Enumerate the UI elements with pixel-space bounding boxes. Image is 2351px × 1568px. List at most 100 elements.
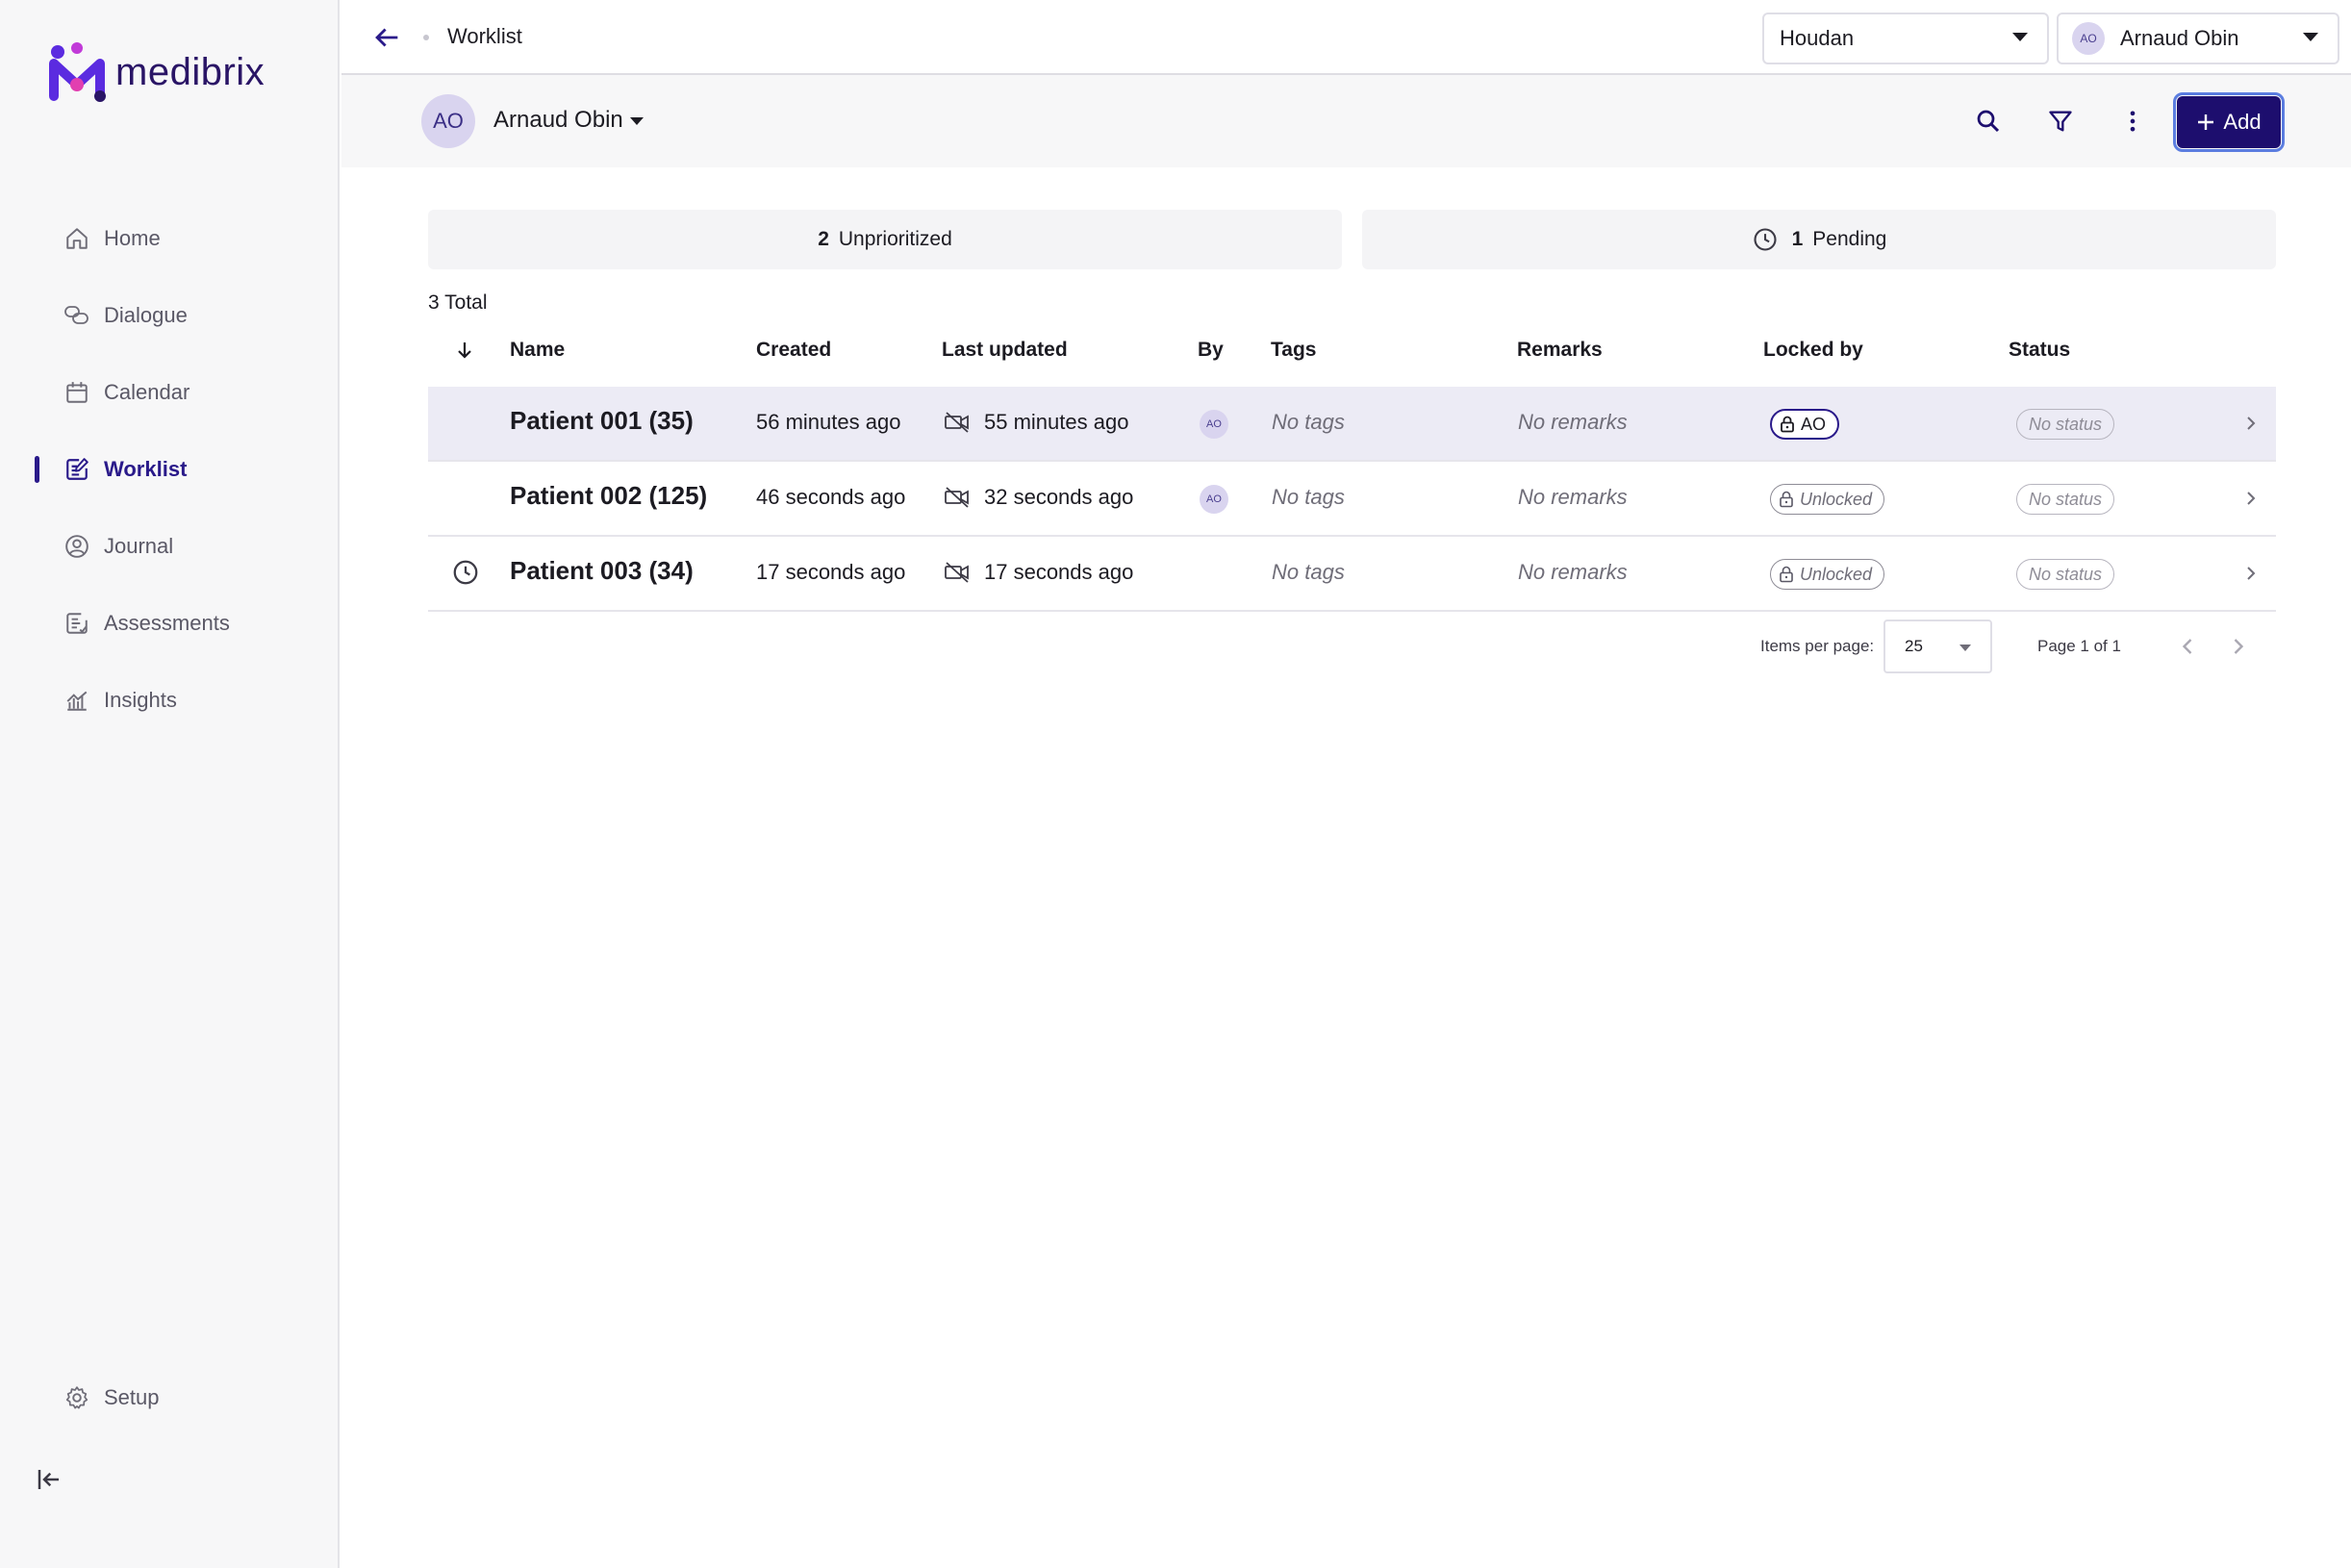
by-avatar: AO [1200,485,1228,514]
unprioritized-count: 2 [818,228,829,250]
search-icon [1977,110,2000,133]
top-bar: Worklist Houdan AO Arnaud Obin [341,0,2351,75]
remarks-cell: No remarks [1518,410,1628,434]
tags-cell: No tags [1272,485,1345,509]
column-header-created[interactable]: Created [756,339,831,362]
sidebar-item-label: Home [104,226,161,250]
items-per-page-value: 25 [1905,637,1923,655]
pending-count: 1 [1791,228,1804,250]
sidebar-item-label: Calendar [104,380,190,404]
plus-icon [2198,114,2214,130]
pending-clock-icon [451,558,480,593]
user-select[interactable]: AO Arnaud Obin [2057,13,2339,64]
chevron-right-icon[interactable] [2239,412,2263,435]
sort-button[interactable] [453,339,476,367]
search-button[interactable] [1969,102,2008,140]
tags-cell: No tags [1272,560,1345,584]
sidebar-item-dialogue[interactable]: Dialogue [0,277,340,354]
sidebar-item-label: Insights [104,688,177,712]
sidebar: medibrix Home Dialogue Calendar Worklist… [0,0,340,1568]
arrow-left-icon [375,28,398,47]
more-options-button[interactable] [2113,102,2152,140]
locked-by-chip[interactable]: Unlocked [1770,559,1885,590]
sidebar-item-worklist[interactable]: Worklist [0,431,340,508]
column-header-locked-by[interactable]: Locked by [1763,339,1863,362]
column-header-remarks[interactable]: Remarks [1517,339,1603,362]
collapse-icon [38,1470,59,1489]
gear-icon [63,1384,90,1411]
caret-down-icon [1959,645,1971,651]
brand-name: medibrix [115,50,265,93]
sidebar-item-home[interactable]: Home [0,200,340,277]
clock-icon [1754,228,1777,251]
table-header: Name Created Last updated By Tags Remark… [428,331,2276,387]
tags-cell: No tags [1272,410,1345,434]
sidebar-nav: Home Dialogue Calendar Worklist Journal … [0,200,340,739]
logo[interactable]: medibrix [48,40,265,104]
remarks-cell: No remarks [1518,485,1628,509]
items-per-page-label: Items per page: [1760,637,1875,655]
journal-icon [63,533,90,560]
calendar-icon [63,379,90,406]
column-header-status[interactable]: Status [2009,339,2070,362]
patient-name: Patient 003 (34) [510,556,694,585]
status-badge[interactable]: No status [2016,559,2115,590]
sidebar-item-insights[interactable]: Insights [0,662,340,739]
locked-by-chip[interactable]: Unlocked [1770,484,1885,515]
locked-by-label: Unlocked [1800,489,1873,509]
patient-name: Patient 001 (35) [510,406,694,435]
video-off-icon [945,412,969,433]
arrow-down-icon [458,342,471,359]
sidebar-item-setup[interactable]: Setup [0,1359,340,1436]
home-icon [63,225,90,252]
sidebar-setup: Setup [0,1359,340,1436]
chevron-right-icon[interactable] [2239,487,2263,510]
last-updated: 32 seconds ago [944,485,1133,510]
filter-button[interactable] [2041,102,2080,140]
caret-down-icon [2012,33,2028,41]
more-vertical-icon [2130,111,2136,132]
last-updated: 55 minutes ago [944,410,1128,435]
sidebar-item-calendar[interactable]: Calendar [0,354,340,431]
video-off-icon [945,487,969,508]
table-row[interactable]: Patient 001 (35) 56 minutes ago 55 minut… [428,387,2276,462]
chevron-right-icon[interactable] [2239,562,2263,585]
unprioritized-filter-tab[interactable]: 2 Unprioritized [428,210,1342,269]
pending-filter-tab[interactable]: 1 Pending [1362,210,2276,269]
sidebar-item-assessments[interactable]: Assessments [0,585,340,662]
table-row[interactable]: Patient 002 (125) 46 seconds ago 32 seco… [428,462,2276,537]
total-count: 3 Total [428,291,488,314]
video-off-icon [945,562,969,583]
column-header-name[interactable]: Name [510,339,565,362]
column-header-tags[interactable]: Tags [1271,339,1316,362]
chevron-left-icon [2182,639,2192,654]
add-button[interactable]: Add [2173,92,2285,152]
avatar: AO [2072,22,2105,55]
items-per-page-select[interactable]: 25 [1883,620,1992,673]
status-badge[interactable]: No status [2016,484,2115,515]
previous-page-button[interactable] [2174,633,2201,660]
back-button[interactable] [370,21,403,54]
column-header-last-updated[interactable]: Last updated [942,339,1068,362]
status-badge[interactable]: No status [2016,409,2115,440]
locked-by-chip[interactable]: AO [1770,409,1840,440]
site-select[interactable]: Houdan [1762,13,2049,64]
assessments-icon [63,610,90,637]
table-row[interactable]: Patient 003 (34) 17 seconds ago 17 secon… [428,537,2276,612]
created-time: 46 seconds ago [756,485,906,509]
next-page-button[interactable] [2225,633,2252,660]
insights-icon [63,687,90,714]
column-header-by[interactable]: By [1198,339,1224,362]
worklist-header: AO Arnaud Obin Add [341,75,2351,167]
patient-name: Patient 002 (125) [510,481,708,510]
medibrix-logo-icon [49,42,106,102]
sidebar-item-journal[interactable]: Journal [0,508,340,585]
owner-dropdown[interactable]: Arnaud Obin [493,107,623,134]
collapse-sidebar-button[interactable] [35,1465,63,1494]
dialogue-icon [63,302,90,329]
breadcrumb: Worklist [447,24,522,48]
filter-icon [2049,111,2072,132]
owner-avatar: AO [421,94,475,148]
lock-icon [1780,491,1793,508]
caret-down-icon[interactable] [630,117,644,125]
